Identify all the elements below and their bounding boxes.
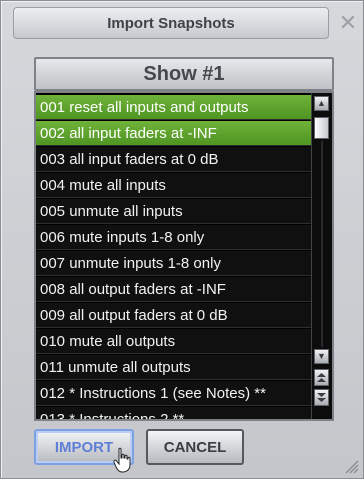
resize-grip-icon[interactable] — [343, 458, 359, 474]
snapshot-row[interactable]: 005 unmute all inputs — [36, 199, 314, 224]
snapshot-row[interactable]: 012 * Instructions 1 (see Notes) ** — [36, 381, 314, 406]
import-snapshots-dialog: Import Snapshots ✕ Show #1 001 reset all… — [0, 0, 364, 479]
snapshot-row[interactable]: 003 all input faders at 0 dB — [36, 147, 314, 172]
scrollbar[interactable]: ▲ ▼ — [311, 93, 332, 419]
page-up-icon[interactable] — [314, 369, 329, 386]
scroll-up-icon[interactable]: ▲ — [314, 96, 329, 111]
snapshot-list: 001 reset all inputs and outputs 002 all … — [34, 91, 334, 421]
snapshot-row[interactable]: 010 mute all outputs — [36, 329, 314, 354]
dialog-title: Import Snapshots — [13, 7, 329, 39]
snapshot-row[interactable]: 002 all input faders at -INF — [36, 121, 314, 146]
snapshot-row[interactable]: 007 unmute inputs 1-8 only — [36, 251, 314, 276]
snapshot-row[interactable]: 006 mute inputs 1-8 only — [36, 225, 314, 250]
scroll-down-icon[interactable]: ▼ — [314, 349, 329, 364]
close-icon[interactable]: ✕ — [333, 7, 363, 39]
scroll-track[interactable] — [321, 141, 323, 347]
snapshot-row[interactable]: 008 all output faders at -INF — [36, 277, 314, 302]
snapshot-list-items: 001 reset all inputs and outputs 002 all … — [36, 95, 314, 419]
snapshot-row[interactable]: 011 unmute all outputs — [36, 355, 314, 380]
snapshot-row[interactable]: 004 mute all inputs — [36, 173, 314, 198]
snapshot-row[interactable]: 001 reset all inputs and outputs — [36, 95, 314, 120]
double-down-icon — [317, 393, 326, 402]
cancel-button[interactable]: CANCEL — [146, 429, 244, 465]
hand-cursor-icon — [113, 447, 131, 473]
snapshot-row[interactable]: 009 all output faders at 0 dB — [36, 303, 314, 328]
page-down-icon[interactable] — [314, 389, 329, 406]
double-up-icon — [317, 373, 326, 382]
snapshot-row[interactable]: 013 * Instructions 2 ** — [36, 407, 314, 419]
show-header: Show #1 — [34, 57, 334, 91]
scroll-thumb[interactable] — [314, 117, 329, 139]
